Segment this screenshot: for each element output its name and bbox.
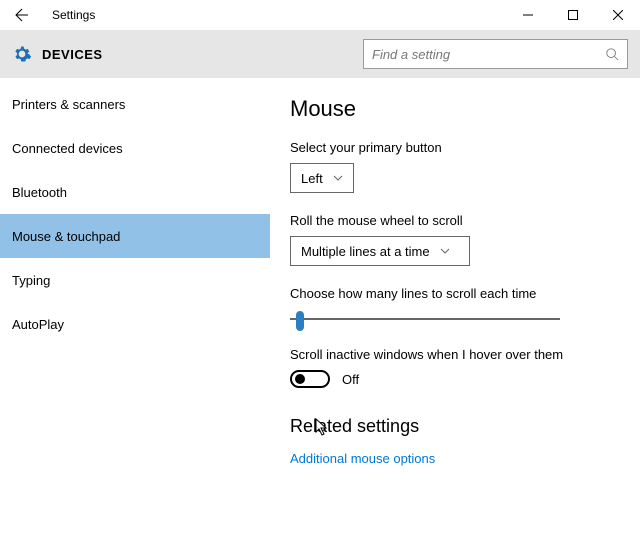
scroll-method-label: Roll the mouse wheel to scroll: [290, 213, 620, 228]
sidebar-item-label: Mouse & touchpad: [12, 229, 120, 244]
dropdown-value: Multiple lines at a time: [301, 244, 430, 259]
toggle-knob: [295, 374, 305, 384]
sidebar: Printers & scanners Connected devices Bl…: [0, 78, 270, 544]
window-title: Settings: [52, 8, 95, 22]
page-title: Mouse: [290, 96, 620, 122]
slider-thumb[interactable]: [296, 311, 304, 331]
gear-icon: [12, 44, 32, 64]
sidebar-item-typing[interactable]: Typing: [0, 258, 270, 302]
primary-button-dropdown[interactable]: Left: [290, 163, 354, 193]
header: DEVICES: [0, 30, 640, 78]
section-label: DEVICES: [42, 47, 103, 62]
toggle-state-text: Off: [342, 372, 359, 387]
slider-track: [290, 318, 560, 320]
close-button[interactable]: [595, 0, 640, 30]
sidebar-item-autoplay[interactable]: AutoPlay: [0, 302, 270, 346]
additional-mouse-options-link[interactable]: Additional mouse options: [290, 451, 620, 466]
back-button[interactable]: [10, 3, 34, 27]
window-controls: [505, 0, 640, 30]
sidebar-item-bluetooth[interactable]: Bluetooth: [0, 170, 270, 214]
related-heading: Related settings: [290, 416, 620, 437]
scroll-method-dropdown[interactable]: Multiple lines at a time: [290, 236, 470, 266]
titlebar: Settings: [0, 0, 640, 30]
sidebar-item-printers[interactable]: Printers & scanners: [0, 82, 270, 126]
inactive-scroll-toggle[interactable]: [290, 370, 330, 388]
sidebar-item-label: Bluetooth: [12, 185, 67, 200]
search-icon: [605, 47, 619, 61]
sidebar-item-label: Printers & scanners: [12, 97, 125, 112]
primary-button-label: Select your primary button: [290, 140, 620, 155]
sidebar-item-label: AutoPlay: [12, 317, 64, 332]
maximize-icon: [568, 10, 578, 20]
main-content: Mouse Select your primary button Left Ro…: [270, 78, 640, 544]
minimize-button[interactable]: [505, 0, 550, 30]
sidebar-item-connected[interactable]: Connected devices: [0, 126, 270, 170]
back-arrow-icon: [14, 7, 30, 23]
lines-slider[interactable]: [290, 309, 560, 329]
sidebar-item-label: Typing: [12, 273, 50, 288]
minimize-icon: [523, 10, 533, 20]
maximize-button[interactable]: [550, 0, 595, 30]
search-input[interactable]: [372, 47, 605, 62]
chevron-down-icon: [440, 248, 450, 254]
dropdown-value: Left: [301, 171, 323, 186]
inactive-scroll-label: Scroll inactive windows when I hover ove…: [290, 347, 620, 362]
lines-label: Choose how many lines to scroll each tim…: [290, 286, 620, 301]
sidebar-item-mouse[interactable]: Mouse & touchpad: [0, 214, 270, 258]
close-icon: [613, 10, 623, 20]
sidebar-item-label: Connected devices: [12, 141, 123, 156]
chevron-down-icon: [333, 175, 343, 181]
search-box[interactable]: [363, 39, 628, 69]
